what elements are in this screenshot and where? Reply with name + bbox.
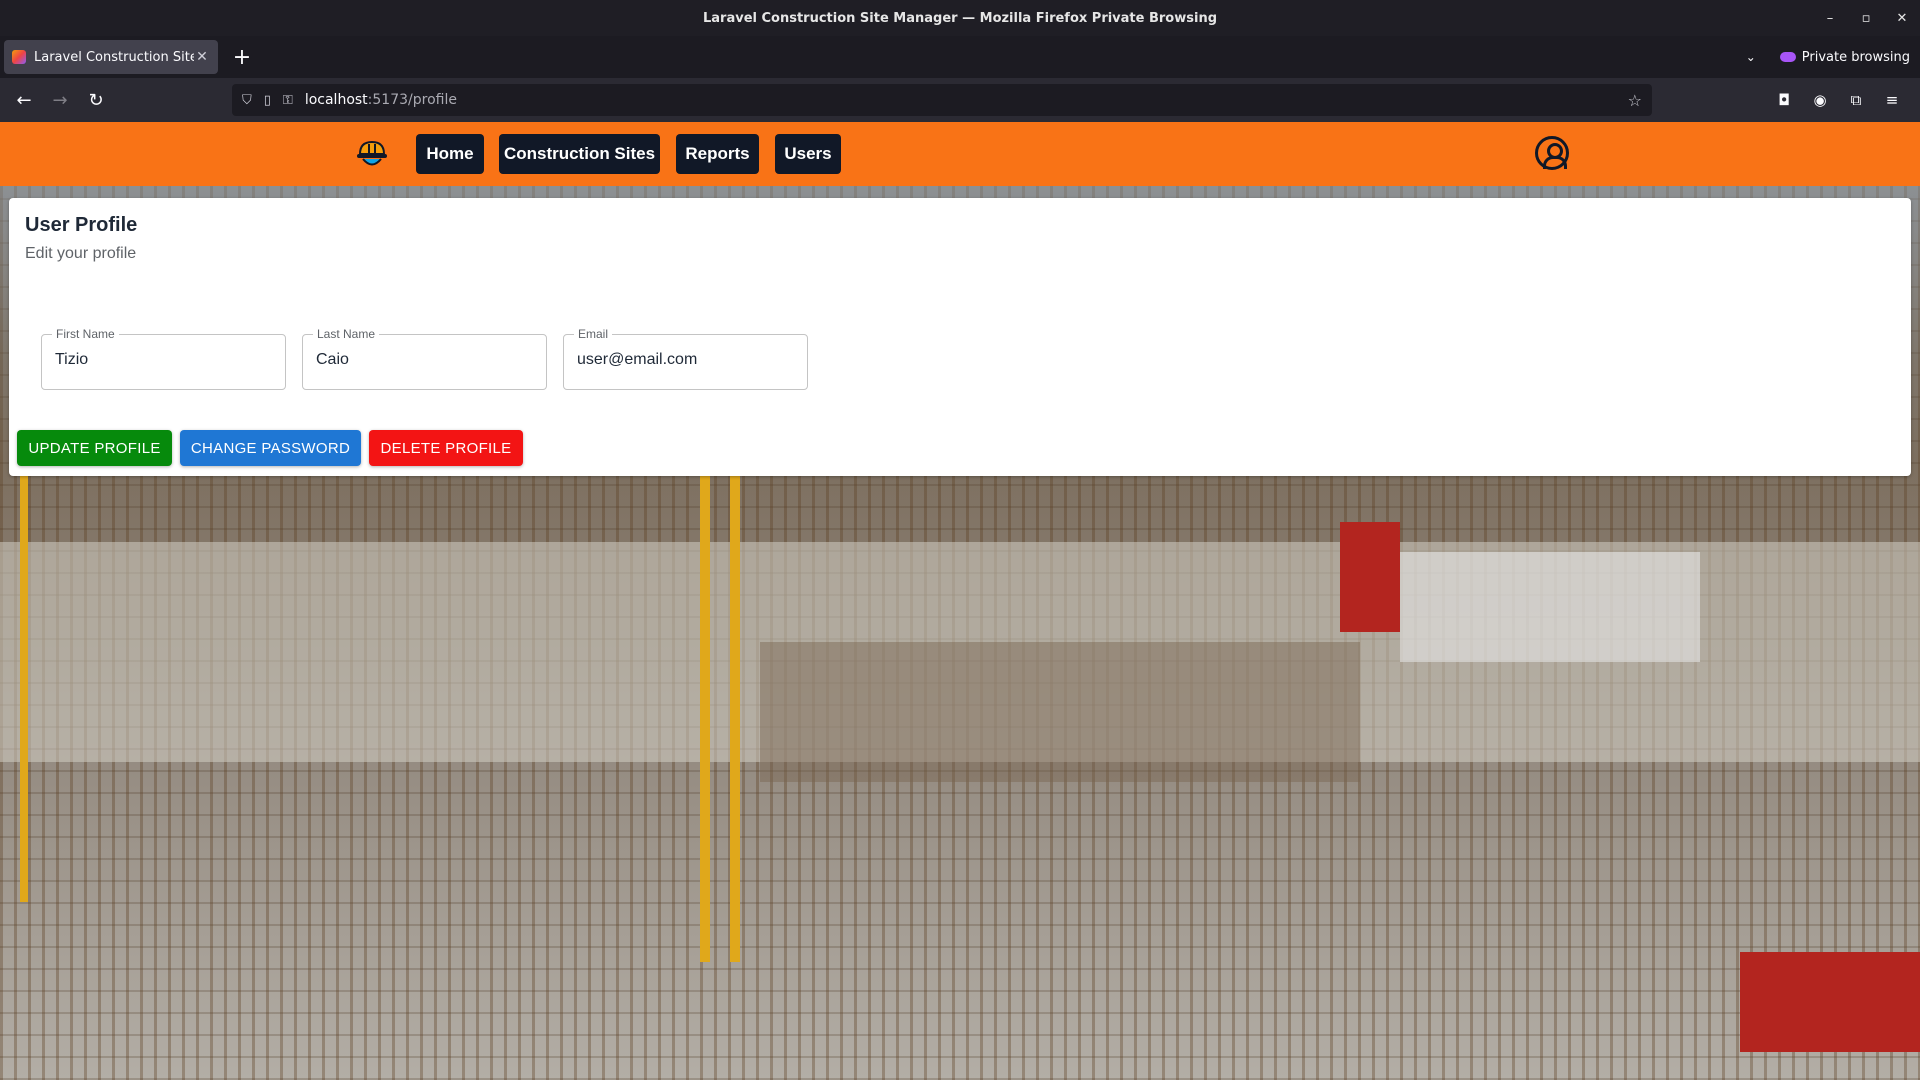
menu-icon[interactable]: ≡ xyxy=(1874,91,1910,109)
background-machine xyxy=(1340,522,1400,632)
private-browsing-icon xyxy=(1779,52,1796,62)
reload-button[interactable]: ↻ xyxy=(78,82,114,118)
first-name-label: First Name xyxy=(52,327,119,341)
background-crane xyxy=(20,422,28,902)
account-icon[interactable]: ◉ xyxy=(1802,91,1838,109)
first-name-input[interactable] xyxy=(55,351,270,369)
favicon-icon xyxy=(12,50,26,64)
url-path: :5173/profile xyxy=(367,92,457,108)
window-titlebar: Laravel Construction Site Manager — Mozi… xyxy=(0,0,1920,36)
url-bar[interactable]: ⛉ ▯ ⚿ localhost:5173/profile ☆ xyxy=(232,84,1652,116)
account-avatar-icon[interactable] xyxy=(1535,136,1569,170)
background-crane xyxy=(700,422,710,962)
nav-home-button[interactable]: Home xyxy=(416,134,484,174)
page-subtitle: Edit your profile xyxy=(25,245,137,262)
url-host: localhost xyxy=(304,92,368,108)
hardhat-logo-icon[interactable] xyxy=(354,136,390,172)
page-content: Home Construction Sites Reports Users Us… xyxy=(0,122,1920,1080)
shield-icon[interactable]: ⛉ xyxy=(242,93,252,108)
background-fence xyxy=(1400,552,1700,662)
background-rebar xyxy=(760,642,1360,782)
forward-button[interactable]: → xyxy=(42,82,78,118)
minimize-button[interactable]: – xyxy=(1812,11,1848,26)
first-name-field[interactable]: First Name xyxy=(41,327,286,390)
browser-tab[interactable]: Laravel Construction Site Ma ✕ xyxy=(4,40,218,74)
email-input[interactable] xyxy=(577,351,792,369)
page-title: User Profile xyxy=(25,214,138,236)
tabstrip-right: ⌄ Private browsing xyxy=(1746,36,1910,78)
update-profile-button[interactable]: UPDATE PROFILE xyxy=(17,430,172,466)
private-browsing-label: Private browsing xyxy=(1801,49,1910,65)
list-all-tabs-icon[interactable]: ⌄ xyxy=(1746,50,1756,64)
new-tab-button[interactable]: + xyxy=(226,41,258,73)
maximize-button[interactable]: ▫ xyxy=(1848,11,1884,26)
key-icon[interactable]: ⚿ xyxy=(283,93,293,108)
window-controls: – ▫ ✕ xyxy=(1812,0,1920,36)
email-field[interactable]: Email xyxy=(563,327,808,390)
delete-profile-button[interactable]: DELETE PROFILE xyxy=(369,430,523,466)
background-crane xyxy=(730,422,740,962)
change-password-button[interactable]: CHANGE PASSWORD xyxy=(180,430,361,466)
last-name-field[interactable]: Last Name xyxy=(302,327,547,390)
nav-toolbar: ← → ↻ ⛉ ▯ ⚿ localhost:5173/profile ☆ ◘ ◉… xyxy=(0,78,1920,122)
close-tab-icon[interactable]: ✕ xyxy=(194,49,210,65)
nav-construction-sites-button[interactable]: Construction Sites xyxy=(499,134,660,174)
tab-strip: Laravel Construction Site Ma ✕ + ⌄ Priva… xyxy=(0,36,1920,78)
toolbar-right: ◘ ◉ ⧉ ≡ xyxy=(1766,78,1910,122)
nav-users-button[interactable]: Users xyxy=(775,134,841,174)
last-name-label: Last Name xyxy=(313,327,380,341)
back-button[interactable]: ← xyxy=(6,82,42,118)
profile-card: User Profile Edit your profile First Nam… xyxy=(9,198,1911,476)
background-compressor xyxy=(1740,952,1920,1052)
app-header: Home Construction Sites Reports Users xyxy=(0,122,1920,186)
window-title: Laravel Construction Site Manager — Mozi… xyxy=(702,10,1218,26)
bookmark-star-icon[interactable]: ☆ xyxy=(1628,91,1642,110)
last-name-input[interactable] xyxy=(316,351,531,369)
extensions-icon[interactable]: ⧉ xyxy=(1838,91,1874,109)
tab-title: Laravel Construction Site Ma xyxy=(34,49,194,65)
pocket-icon[interactable]: ◘ xyxy=(1766,91,1802,109)
page-icon[interactable]: ▯ xyxy=(264,93,271,108)
email-label: Email xyxy=(574,327,613,341)
close-window-button[interactable]: ✕ xyxy=(1884,11,1920,26)
nav-reports-button[interactable]: Reports xyxy=(676,134,759,174)
